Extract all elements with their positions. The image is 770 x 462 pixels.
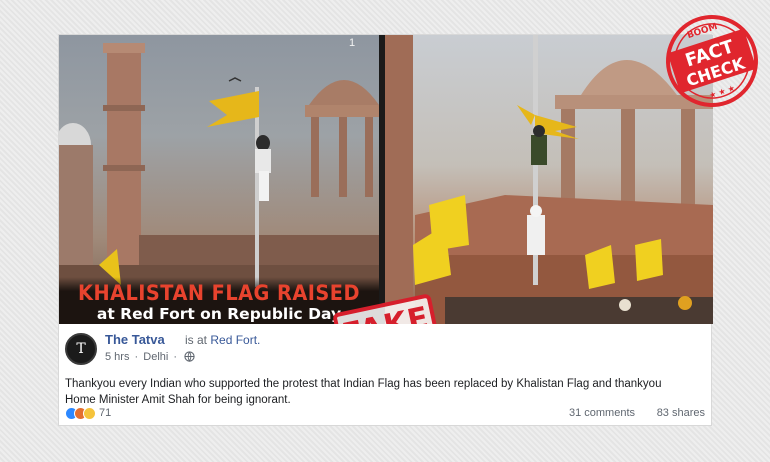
page-avatar[interactable]: T [65,333,97,365]
meta-separator: · [134,351,139,363]
globe-icon [184,351,195,362]
slide-marker: 1 [349,37,356,49]
sad-reaction-icon[interactable] [83,407,96,420]
page-name-link[interactable]: The Tatva [105,332,165,347]
checkin-prefix: is at [185,333,208,347]
meta-separator-2: · [173,351,178,363]
post-time[interactable]: 5 hrs [105,351,129,363]
location-link[interactable]: Red Fort. [210,333,260,347]
reaction-count[interactable]: 71 [99,407,111,419]
checkin-text: is at Red Fort. [185,333,260,347]
facebook-post-card: KHALISTAN FLAG RAISED at Red Fort on Rep… [58,34,713,426]
boom-fact-check-badge: FACT CHECK BOOM ★ ★ ★ [666,15,758,107]
post-photos: KHALISTAN FLAG RAISED at Red Fort on Rep… [59,35,713,324]
reactions-bar: 71 31 comments 83 shares [65,407,705,423]
post-text: Thankyou every Indian who supported the … [65,378,662,406]
post-header: T The Tatva is at Red Fort. 5 hrs · Delh… [65,332,705,372]
image-headline: KHALISTAN FLAG RAISED [78,281,360,305]
post-place[interactable]: Delhi [143,351,168,363]
comments-count-link[interactable]: 31 comments [569,407,635,419]
post-meta: 5 hrs · Delhi · [105,351,195,363]
image-subline: at Red Fort on Republic Day [96,305,342,323]
badge-stars-icon: ★ ★ ★ [708,84,736,101]
shares-count-link[interactable]: 83 shares [657,407,705,419]
photo-left[interactable]: KHALISTAN FLAG RAISED at Red Fort on Rep… [59,35,379,324]
